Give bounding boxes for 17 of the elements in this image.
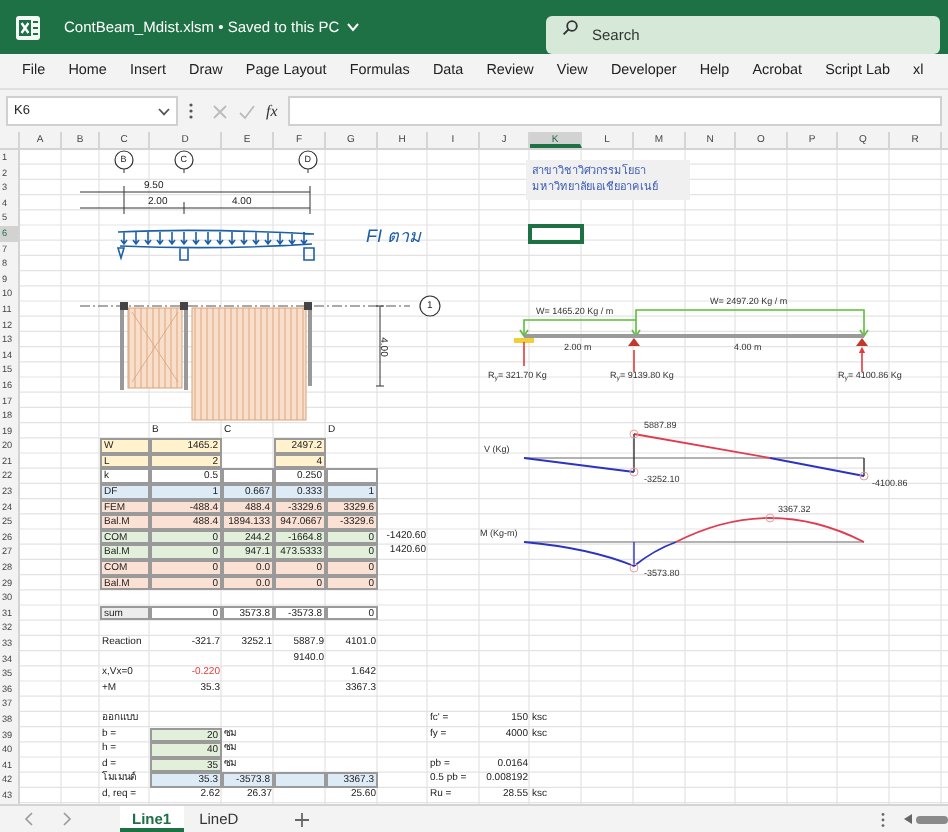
handwritten-note: FI ตาม bbox=[366, 228, 421, 246]
search-icon bbox=[562, 19, 578, 35]
cell-cursor[interactable] bbox=[528, 223, 584, 244]
more-icon[interactable] bbox=[880, 811, 886, 827]
chevron-right-icon[interactable] bbox=[62, 812, 72, 826]
spreadsheet-logo-icon[interactable] bbox=[16, 15, 40, 39]
formula-field[interactable] bbox=[287, 96, 942, 126]
function-button[interactable]: fx bbox=[266, 99, 278, 123]
chevron-left-icon[interactable] bbox=[24, 812, 34, 826]
checkmark-icon[interactable] bbox=[238, 103, 256, 119]
plus-icon[interactable] bbox=[294, 811, 311, 827]
scroll-left-icon[interactable] bbox=[904, 814, 912, 824]
more-icon[interactable] bbox=[188, 102, 194, 120]
caret-icon bbox=[158, 107, 170, 115]
scrollbar-thumb[interactable] bbox=[916, 815, 948, 823]
chevron-down-icon[interactable] bbox=[345, 22, 360, 32]
axis-marker-icon bbox=[419, 295, 441, 317]
